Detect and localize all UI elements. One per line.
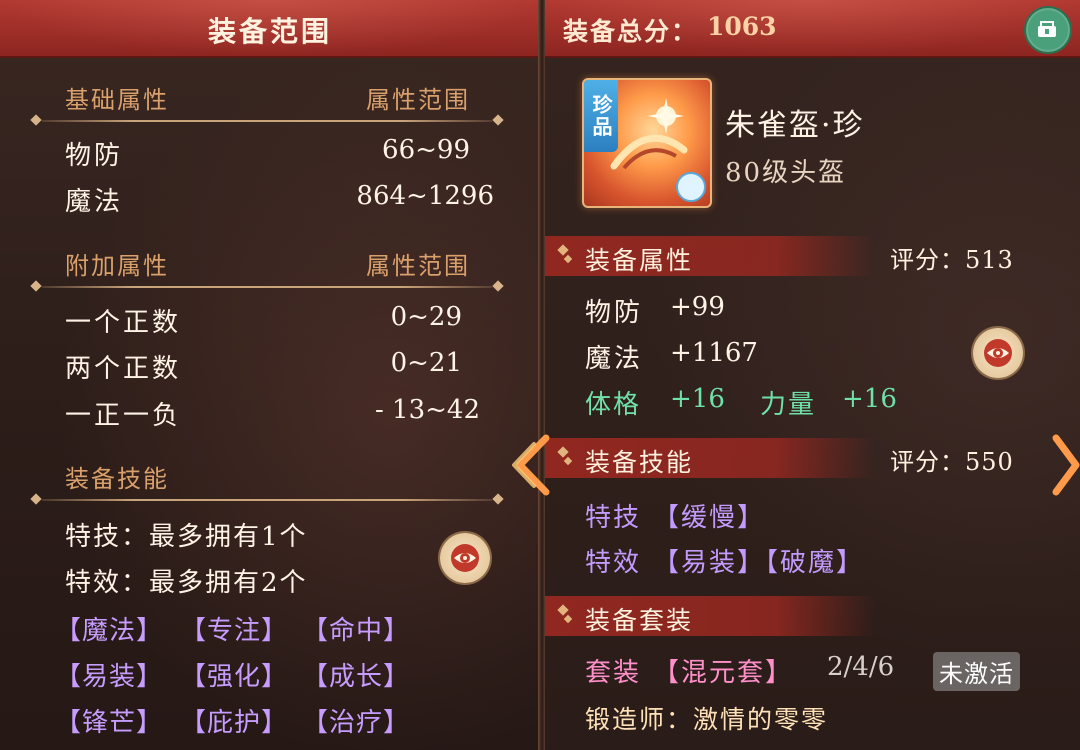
bonus-attr-name: 体格 xyxy=(585,390,642,420)
attributes-section-title: 装备属性 xyxy=(585,246,694,275)
skill-tag: 【庇护】 xyxy=(180,708,289,738)
left-panel-title: 装备范围 xyxy=(207,15,332,48)
extra-row-name: 一正一负 xyxy=(65,401,182,431)
attr-value: +1167 xyxy=(670,338,758,368)
next-arrow-icon[interactable] xyxy=(1050,430,1080,500)
equipment-skills-label: 装备技能 xyxy=(65,465,169,493)
divider-ornament xyxy=(30,114,504,126)
total-score-value: 1063 xyxy=(707,12,777,41)
basic-attributes-label: 基础属性 xyxy=(65,86,169,114)
skills-score: 评分：550 xyxy=(890,448,1014,476)
basic-row-value: 864~1296 xyxy=(356,181,494,211)
attributes-score: 评分：513 xyxy=(890,246,1014,274)
set-name: 【混元套】 xyxy=(653,658,794,688)
attr-name: 魔法 xyxy=(585,344,644,374)
basic-range-label: 属性范围 xyxy=(366,86,470,114)
preview-button[interactable] xyxy=(973,328,1023,378)
attr-name: 物防 xyxy=(585,298,644,328)
preview-button[interactable] xyxy=(440,533,490,583)
skill-tag: 【易装】 xyxy=(55,662,164,692)
basic-row-name: 魔法 xyxy=(65,187,124,217)
equipment-range-panel: 装备范围 基础属性 属性范围 物防 66~99 魔法 864~1296 附加属性… xyxy=(0,0,540,750)
effect-line-prefix: 特效 xyxy=(585,548,642,578)
share-icon xyxy=(1038,21,1056,37)
forger-line: 锻造师：激情的零零 xyxy=(585,705,829,734)
item-name: 朱雀盔·珍 xyxy=(725,108,865,143)
set-status-badge: 未激活 xyxy=(933,652,1020,691)
set-section-header: 装备套装 xyxy=(545,596,875,636)
bonus-attr-name: 力量 xyxy=(760,390,817,420)
extra-row-name: 两个正数 xyxy=(65,354,182,384)
skills-section-header: 装备技能 xyxy=(545,438,875,478)
basic-row-name: 物防 xyxy=(65,141,124,171)
skill-tag: 【专注】 xyxy=(180,616,289,646)
divider-ornament xyxy=(30,280,504,292)
skill-line-prefix: 特技 xyxy=(585,503,642,533)
set-label: 套装 xyxy=(585,658,642,688)
set-count: 2/4/6 xyxy=(827,652,895,682)
equipment-detail-panel: 装备总分： 1063 珍品 朱雀盔·珍 80级头盔 装备属性 评分：513 物防… xyxy=(545,0,1080,750)
total-score-label: 装备总分： xyxy=(563,17,699,46)
set-section-title: 装备套装 xyxy=(585,606,694,635)
share-button[interactable] xyxy=(1024,6,1072,54)
item-icon[interactable]: 珍品 xyxy=(582,78,712,208)
skill-tag: 【治疗】 xyxy=(302,708,411,738)
skill-tag: 【魔法】 xyxy=(55,616,164,646)
skill-tag: 【成长】 xyxy=(302,662,411,692)
item-subtitle: 80级头盔 xyxy=(725,158,847,188)
skill-tag: 【强化】 xyxy=(180,662,289,692)
skill-limit-line: 特技：最多拥有1个 xyxy=(65,522,308,552)
extra-row-value: - 13~42 xyxy=(374,395,480,425)
left-header: 装备范围 xyxy=(0,0,540,58)
bonus-attr-value: +16 xyxy=(670,384,725,414)
eye-icon xyxy=(451,544,479,572)
skill-tag: 【锋芒】 xyxy=(55,708,164,738)
skill-line-tags: 【缓慢】 xyxy=(653,503,766,533)
extra-attributes-label: 附加属性 xyxy=(65,252,169,280)
effect-line-tags: 【易装】【破魔】 xyxy=(653,548,865,578)
basic-row-value: 66~99 xyxy=(382,135,470,165)
bonus-attr-value: +16 xyxy=(842,384,897,414)
previous-arrow-icon[interactable] xyxy=(506,430,556,500)
extra-row-value: 0~29 xyxy=(390,302,462,332)
quality-badge: 珍品 xyxy=(584,80,618,152)
attributes-section-header: 装备属性 xyxy=(545,236,875,276)
extra-range-label: 属性范围 xyxy=(366,252,470,280)
cloud-icon xyxy=(676,172,706,202)
extra-row-value: 0~21 xyxy=(390,348,462,378)
right-header: 装备总分： 1063 xyxy=(545,0,1080,58)
skills-section-title: 装备技能 xyxy=(585,448,694,477)
extra-row-name: 一个正数 xyxy=(65,308,182,338)
effect-limit-line: 特效：最多拥有2个 xyxy=(65,568,308,598)
attr-value: +99 xyxy=(670,292,725,322)
divider-ornament xyxy=(30,493,504,505)
skill-tag: 【命中】 xyxy=(302,616,411,646)
eye-icon xyxy=(984,339,1012,367)
